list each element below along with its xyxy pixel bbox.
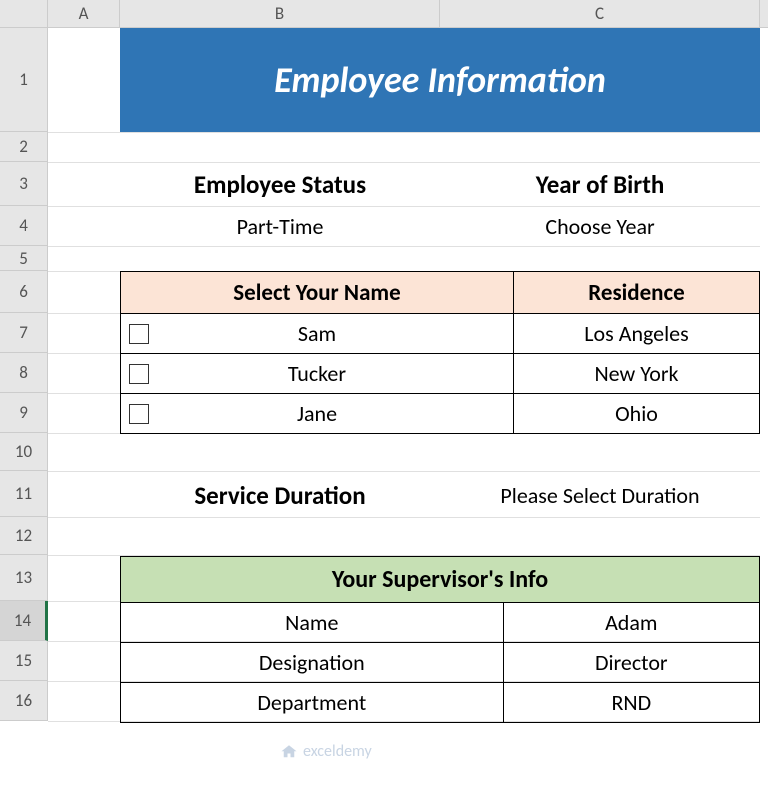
residence-cell[interactable]: Ohio	[514, 394, 760, 434]
column-header-a[interactable]: A	[48, 0, 120, 27]
residence-cell[interactable]: New York	[514, 354, 760, 394]
employee-status-value[interactable]: Part-Time	[120, 213, 440, 240]
row-headers: 12345678910111213141516	[0, 28, 48, 721]
table-row: Jane Ohio	[121, 394, 760, 434]
row-header-9[interactable]: 9	[0, 393, 48, 433]
table-row: Designation Director	[121, 643, 760, 683]
name-label: Sam	[298, 320, 336, 347]
watermark: exceldemy	[280, 742, 372, 761]
row-header-4[interactable]: 4	[0, 206, 48, 246]
row-header-1[interactable]: 1	[0, 28, 48, 132]
supervisor-field-label[interactable]: Name	[121, 603, 504, 643]
supervisor-field-label[interactable]: Designation	[121, 643, 504, 683]
supervisor-field-value[interactable]: Director	[503, 643, 759, 683]
name-cell[interactable]: Tucker	[121, 354, 514, 394]
year-of-birth-value[interactable]: Choose Year	[440, 213, 760, 240]
checkbox-icon[interactable]	[129, 364, 149, 384]
row-header-12[interactable]: 12	[0, 517, 48, 555]
name-residence-table: Select Your Name Residence Sam Los Angel…	[120, 271, 760, 434]
column-headers: A B C	[0, 0, 768, 28]
supervisor-table: Your Supervisor's Info Name Adam Designa…	[120, 556, 760, 723]
table-row: Sam Los Angeles	[121, 314, 760, 354]
house-icon	[280, 743, 298, 761]
employee-status-header[interactable]: Employee Status	[120, 169, 440, 200]
spreadsheet: A B C 12345678910111213141516 Employee I…	[0, 0, 768, 791]
row-header-10[interactable]: 10	[0, 433, 48, 471]
supervisor-title[interactable]: Your Supervisor's Info	[121, 557, 760, 603]
row-header-8[interactable]: 8	[0, 353, 48, 393]
checkbox-icon[interactable]	[129, 404, 149, 424]
row-header-11[interactable]: 11	[0, 471, 48, 517]
name-label: Tucker	[288, 360, 346, 387]
residence-cell[interactable]: Los Angeles	[514, 314, 760, 354]
supervisor-field-label[interactable]: Department	[121, 683, 504, 723]
row-header-15[interactable]: 15	[0, 641, 48, 681]
row-header-13[interactable]: 13	[0, 555, 48, 601]
row-header-14[interactable]: 14	[0, 601, 48, 641]
name-cell[interactable]: Sam	[121, 314, 514, 354]
table-row: Department RND	[121, 683, 760, 723]
name-label: Jane	[297, 400, 337, 427]
select-all-corner[interactable]	[0, 0, 48, 27]
supervisor-field-value[interactable]: Adam	[503, 603, 759, 643]
checkbox-icon[interactable]	[129, 324, 149, 344]
service-duration-label[interactable]: Service Duration	[120, 480, 440, 511]
name-cell[interactable]: Jane	[121, 394, 514, 434]
table-row: Name Adam	[121, 603, 760, 643]
year-of-birth-header[interactable]: Year of Birth	[440, 169, 760, 200]
row-header-3[interactable]: 3	[0, 162, 48, 206]
table-row: Tucker New York	[121, 354, 760, 394]
supervisor-field-value[interactable]: RND	[503, 683, 759, 723]
row-header-16[interactable]: 16	[0, 681, 48, 721]
service-duration-value[interactable]: Please Select Duration	[440, 482, 760, 509]
column-header-c[interactable]: C	[440, 0, 760, 27]
row-header-7[interactable]: 7	[0, 313, 48, 353]
residence-header[interactable]: Residence	[514, 272, 760, 314]
row-header-2[interactable]: 2	[0, 132, 48, 162]
content: Employee Information Employee Status Yea…	[120, 28, 760, 723]
row-header-6[interactable]: 6	[0, 271, 48, 313]
watermark-text: exceldemy	[303, 742, 372, 761]
select-name-header[interactable]: Select Your Name	[121, 272, 514, 314]
page-title-banner[interactable]: Employee Information	[120, 28, 760, 132]
column-header-b[interactable]: B	[120, 0, 440, 27]
row-header-5[interactable]: 5	[0, 246, 48, 271]
